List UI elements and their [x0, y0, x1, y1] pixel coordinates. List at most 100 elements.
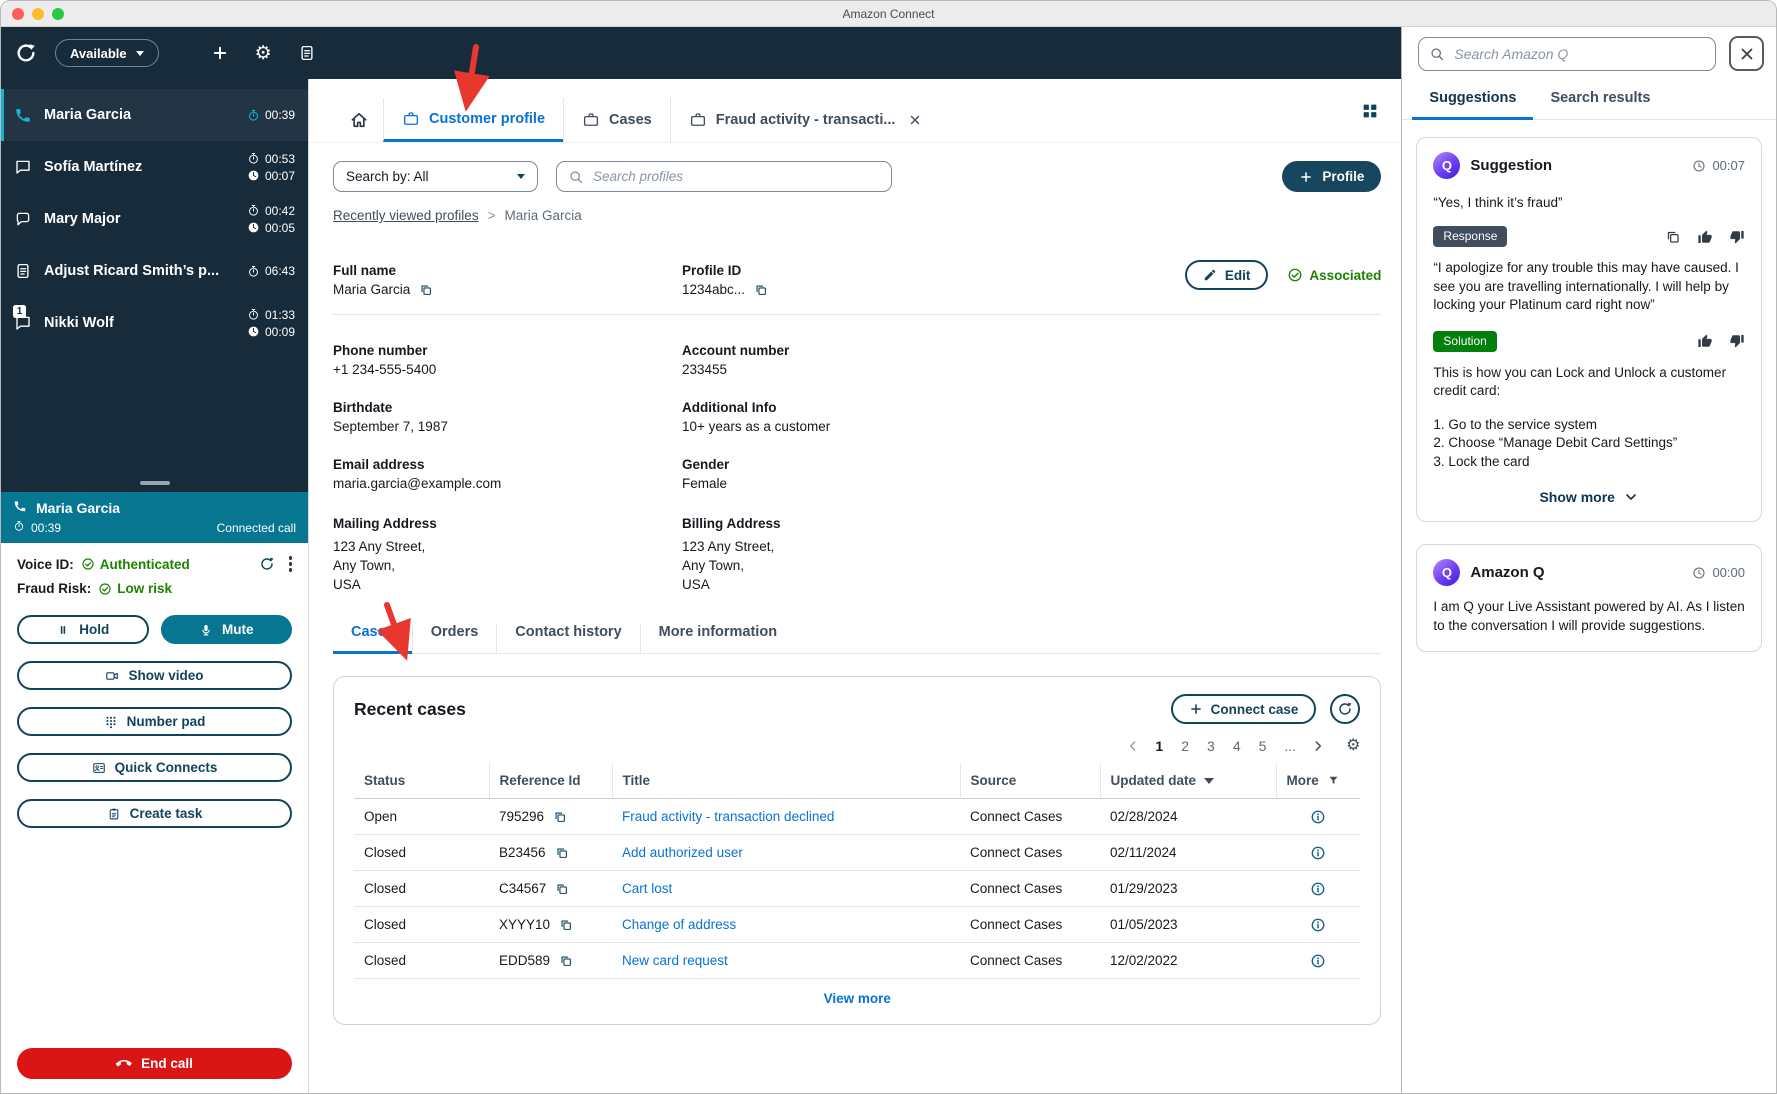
- case-title-link[interactable]: Fraud activity - transaction declined: [622, 809, 834, 824]
- subtab-cases[interactable]: Cases: [333, 624, 412, 654]
- contact-row-nikki-wolf[interactable]: 1 Nikki Wolf 01:33 00:09: [1, 297, 308, 349]
- case-source: Connect Cases: [960, 943, 1100, 979]
- column-title[interactable]: Title: [612, 763, 960, 799]
- case-title-link[interactable]: Change of address: [622, 917, 736, 932]
- field-email: Email address maria.garcia@example.com: [333, 457, 682, 491]
- thumbs-up-icon[interactable]: [1697, 333, 1713, 349]
- tab-fraud-activity[interactable]: Fraud activity - transacti...: [670, 98, 941, 142]
- page-4[interactable]: 4: [1225, 737, 1249, 755]
- copy-icon[interactable]: [1665, 229, 1681, 245]
- table-row: Open 795296 Fraud activity - transaction…: [354, 799, 1360, 835]
- breadcrumb-current: Maria Garcia: [504, 208, 581, 223]
- contact-row-mary-major[interactable]: Mary Major 00:42 00:05: [1, 193, 308, 245]
- copy-icon[interactable]: [754, 283, 768, 297]
- new-contact-button[interactable]: [211, 44, 229, 62]
- info-icon[interactable]: [1286, 845, 1350, 861]
- search-profiles-input[interactable]: [593, 169, 880, 184]
- subtab-orders[interactable]: Orders: [412, 624, 497, 654]
- thumbs-down-icon[interactable]: [1729, 229, 1745, 245]
- copy-icon[interactable]: [555, 882, 569, 896]
- task-list-icon[interactable]: [298, 44, 316, 62]
- end-call-button[interactable]: End call: [17, 1048, 292, 1079]
- contact-row-sofia-martinez[interactable]: Sofía Martínez 00:53 00:07: [1, 141, 308, 193]
- close-window-button[interactable]: [12, 8, 24, 20]
- previous-page-icon[interactable]: [1125, 738, 1141, 754]
- hold-button[interactable]: Hold: [17, 615, 149, 644]
- copy-icon[interactable]: [559, 954, 573, 968]
- add-profile-button[interactable]: Profile: [1282, 161, 1381, 192]
- kebab-menu-icon[interactable]: [289, 556, 293, 572]
- info-icon[interactable]: [1286, 917, 1350, 933]
- column-updated-date[interactable]: Updated date: [1100, 763, 1276, 799]
- number-pad-button[interactable]: Number pad: [17, 707, 292, 736]
- minimize-window-button[interactable]: [32, 8, 44, 20]
- thumbs-up-icon[interactable]: [1697, 229, 1713, 245]
- column-source[interactable]: Source: [960, 763, 1100, 799]
- layout-grid-icon[interactable]: [1361, 102, 1379, 120]
- tab-cases[interactable]: Cases: [563, 98, 670, 142]
- field-billing-address: Billing Address 123 Any Street, Any Town…: [682, 514, 1381, 594]
- create-task-button[interactable]: Create task: [17, 799, 292, 828]
- welcome-card: Q Amazon Q 00:00 I am Q your Live Assist…: [1416, 544, 1762, 652]
- timer-icon: [247, 109, 260, 122]
- breadcrumb-link[interactable]: Recently viewed profiles: [333, 208, 479, 223]
- chevron-down-icon: [1623, 489, 1639, 505]
- info-icon[interactable]: [1286, 881, 1350, 897]
- show-video-button[interactable]: Show video: [17, 661, 292, 690]
- info-icon[interactable]: [1286, 953, 1350, 969]
- contact-row-task[interactable]: Adjust Ricard Smith’s p... 06:43: [1, 245, 308, 297]
- home-icon: [349, 110, 369, 130]
- customer-utterance: “Yes, I think it’s fraud”: [1433, 195, 1745, 210]
- next-page-icon[interactable]: [1310, 738, 1326, 754]
- case-title-link[interactable]: Cart lost: [622, 881, 672, 896]
- view-more-link[interactable]: View more: [354, 991, 1360, 1006]
- subtab-contact-history[interactable]: Contact history: [496, 624, 639, 654]
- tab-customer-profile[interactable]: Customer profile: [383, 98, 563, 142]
- page-2[interactable]: 2: [1173, 737, 1197, 755]
- contact-row-maria-garcia[interactable]: Maria Garcia 00:39: [1, 89, 308, 141]
- copy-icon[interactable]: [559, 918, 573, 932]
- close-tab-icon[interactable]: [908, 113, 922, 127]
- tab-home[interactable]: [335, 98, 383, 142]
- search-by-dropdown[interactable]: Search by: All: [333, 161, 538, 192]
- info-icon[interactable]: [1286, 809, 1350, 825]
- q-search-input[interactable]: [1454, 46, 1705, 62]
- panel-resize-handle[interactable]: [140, 481, 170, 485]
- page-1[interactable]: 1: [1147, 737, 1171, 755]
- pause-icon: [56, 623, 70, 637]
- page-3[interactable]: 3: [1199, 737, 1223, 755]
- case-title-link[interactable]: Add authorized user: [622, 845, 743, 860]
- caret-down-icon: [517, 174, 525, 179]
- show-more-button[interactable]: Show more: [1433, 489, 1745, 505]
- table-settings-gear-icon[interactable]: ⚙: [1346, 738, 1360, 754]
- copy-icon[interactable]: [555, 846, 569, 860]
- column-status[interactable]: Status: [354, 763, 489, 799]
- tab-search-results[interactable]: Search results: [1533, 80, 1667, 120]
- settings-gear-icon[interactable]: ⚙: [255, 44, 272, 63]
- tab-suggestions[interactable]: Suggestions: [1412, 80, 1533, 120]
- thumbs-down-icon[interactable]: [1729, 333, 1745, 349]
- connect-case-button[interactable]: Connect case: [1171, 694, 1317, 724]
- copy-icon[interactable]: [553, 810, 567, 824]
- availability-dropdown[interactable]: Available: [55, 39, 159, 67]
- refresh-cases-button[interactable]: [1330, 694, 1360, 724]
- zoom-window-button[interactable]: [52, 8, 64, 20]
- table-row: Closed C34567 Cart lost Connect Cases 01…: [354, 871, 1360, 907]
- column-more[interactable]: More: [1276, 763, 1360, 799]
- page-5[interactable]: 5: [1251, 737, 1275, 755]
- unread-badge: 1: [13, 305, 26, 318]
- quick-connects-button[interactable]: Quick Connects: [17, 753, 292, 782]
- case-source: Connect Cases: [960, 871, 1100, 907]
- case-title-link[interactable]: New card request: [622, 953, 728, 968]
- timer-icon: [247, 308, 260, 321]
- amazon-q-panel: Suggestions Search results Q Suggestion …: [1401, 27, 1776, 1093]
- edit-button[interactable]: Edit: [1185, 260, 1269, 290]
- caret-down-icon: [136, 51, 144, 56]
- mute-button[interactable]: Mute: [161, 615, 293, 644]
- column-reference-id[interactable]: Reference Id: [489, 763, 612, 799]
- table-row: Closed EDD589 New card request Connect C…: [354, 943, 1360, 979]
- refresh-icon[interactable]: [259, 556, 275, 572]
- copy-icon[interactable]: [419, 283, 433, 297]
- close-q-panel-button[interactable]: [1729, 36, 1764, 71]
- subtab-more-information[interactable]: More information: [640, 624, 795, 654]
